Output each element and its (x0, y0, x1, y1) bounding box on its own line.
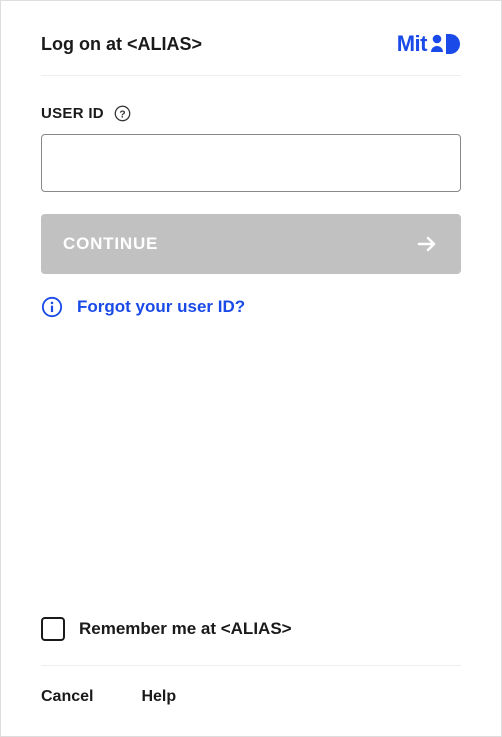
remember-row: Remember me at <ALIAS> (41, 617, 461, 666)
forgot-row: Forgot your user ID? (41, 296, 461, 318)
header: Log on at <ALIAS> Mit (41, 31, 461, 76)
forgot-user-id-link[interactable]: Forgot your user ID? (77, 297, 245, 317)
help-icon[interactable]: ? (114, 104, 132, 122)
login-card: Log on at <ALIAS> Mit USER ID ? (0, 0, 502, 737)
footer: Cancel Help (41, 688, 461, 706)
logo-text: Mit (397, 31, 427, 57)
user-id-label-row: USER ID ? (41, 104, 461, 122)
user-id-label: USER ID (41, 105, 104, 122)
arrow-right-icon (415, 232, 439, 256)
continue-label: CONTINUE (63, 234, 158, 254)
help-link[interactable]: Help (141, 688, 176, 706)
svg-text:?: ? (120, 109, 126, 120)
mitid-logo: Mit (397, 31, 461, 57)
spacer (41, 318, 461, 617)
continue-button[interactable]: CONTINUE (41, 214, 461, 274)
cancel-link[interactable]: Cancel (41, 688, 93, 706)
remember-label: Remember me at <ALIAS> (79, 619, 292, 639)
remember-checkbox[interactable] (41, 617, 65, 641)
user-id-input[interactable] (41, 134, 461, 192)
page-title: Log on at <ALIAS> (41, 34, 202, 55)
info-icon (41, 296, 63, 318)
user-id-section: USER ID ? (41, 104, 461, 192)
mitid-logo-icon (431, 33, 461, 55)
